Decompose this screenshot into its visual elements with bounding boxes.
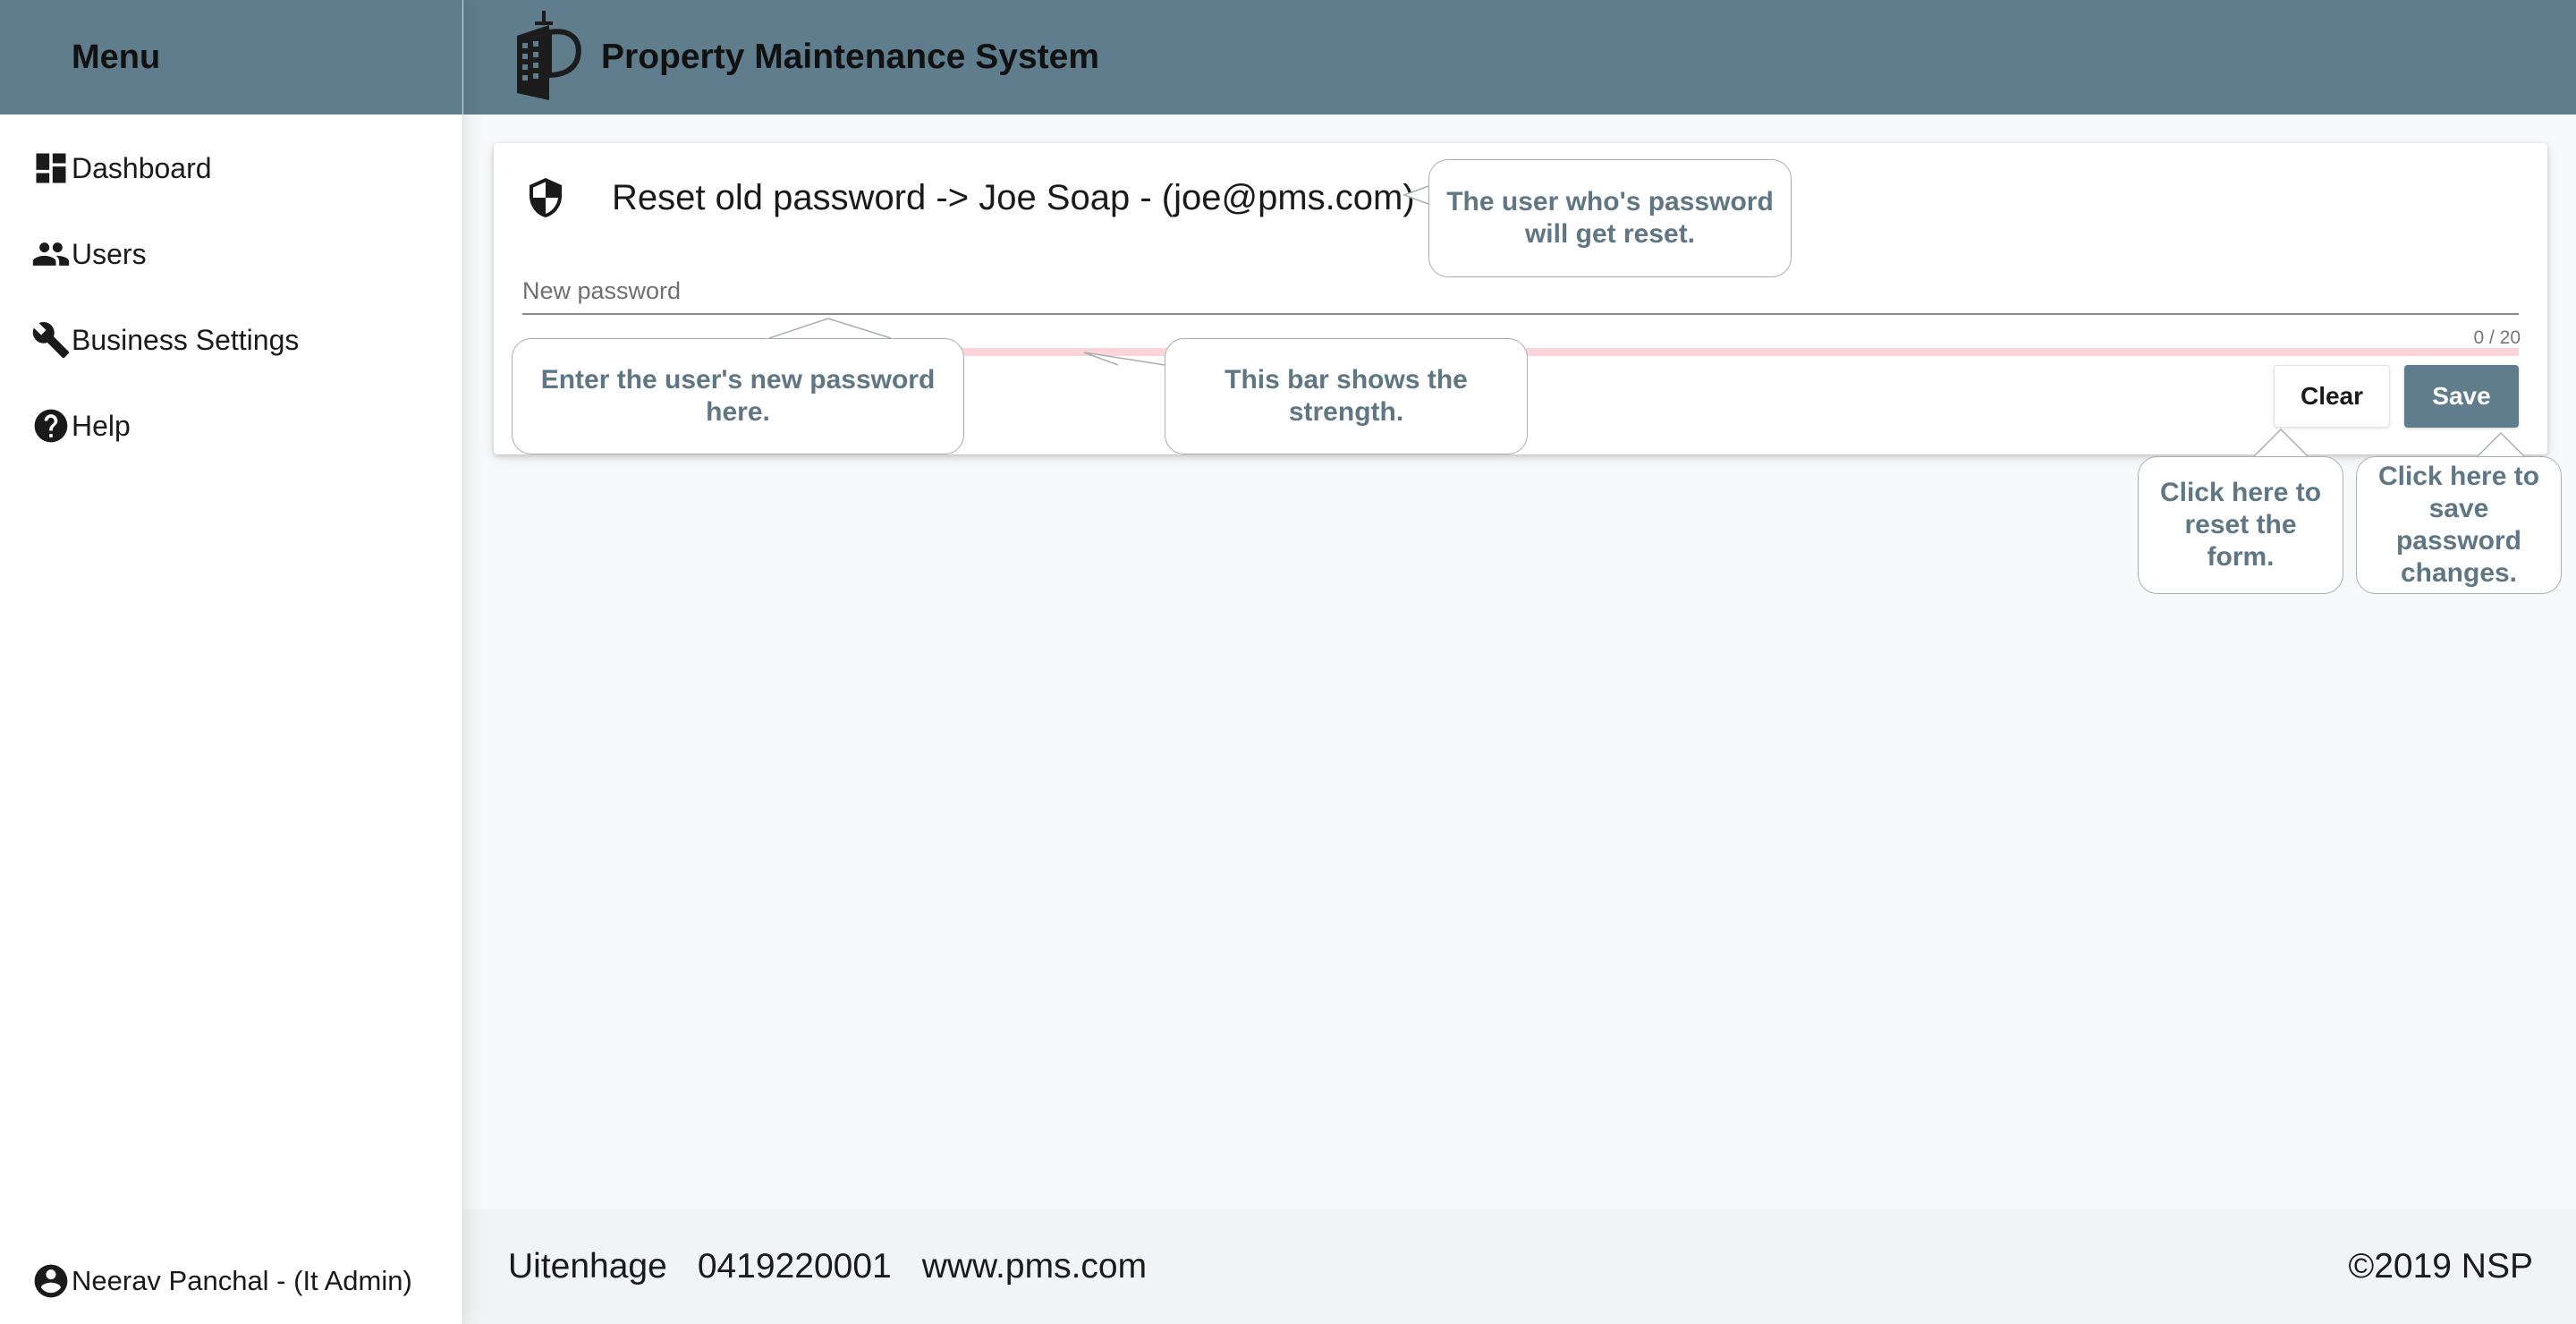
account-circle-icon (30, 1260, 72, 1302)
sidebar-item-help[interactable]: Help (0, 383, 462, 469)
save-button[interactable]: Save (2404, 365, 2519, 428)
card-title: Reset old password -> Joe Soap - (joe@pm… (612, 177, 1415, 217)
menu-header: Menu (0, 0, 462, 115)
callout-clear: Click here to reset the form. (2138, 456, 2343, 594)
footer: Uitenhage 0419220001 www.pms.com ©2019 N… (463, 1209, 2576, 1324)
sidebar: Menu Dashboard Users Business Settings H… (0, 0, 463, 1324)
card-header: Reset old password -> Joe Soap - (joe@pm… (524, 166, 1415, 229)
footer-phone: 0419220001 (697, 1247, 892, 1286)
sidebar-item-label: Business Settings (72, 323, 300, 356)
footer-city: Uitenhage (508, 1247, 667, 1286)
character-counter: 0 / 20 (2473, 327, 2521, 348)
users-icon (30, 233, 72, 275)
shield-icon (524, 176, 567, 219)
sidebar-item-label: Users (72, 237, 147, 270)
callout-bar: This bar shows the strength. (1165, 338, 1528, 454)
app-title: Property Maintenance System (601, 38, 1100, 76)
callout-input: Enter the user's new password here. (512, 338, 964, 454)
wrench-icon (30, 319, 72, 361)
callout-save: Click here to save password changes. (2356, 456, 2562, 594)
footer-website[interactable]: www.pms.com (922, 1247, 1147, 1286)
sidebar-item-users[interactable]: Users (0, 211, 462, 297)
clear-button[interactable]: Clear (2274, 365, 2390, 428)
top-bar: Property Maintenance System (463, 0, 2576, 115)
menu-title: Menu (72, 38, 161, 76)
footer-copyright: ©2019 NSP (2348, 1247, 2533, 1286)
sidebar-item-label: Help (72, 409, 131, 442)
dashboard-icon (30, 148, 72, 189)
sidebar-item-dashboard[interactable]: Dashboard (0, 125, 462, 211)
sidebar-item-label: Dashboard (72, 151, 212, 184)
sidebar-user-label: Neerav Panchal - (It Admin) (72, 1265, 412, 1296)
help-icon (30, 405, 72, 446)
building-logo (510, 11, 581, 104)
sidebar-user[interactable]: Neerav Panchal - (It Admin) (0, 1238, 463, 1324)
callout-user: The user who's password will get reset. (1428, 159, 1792, 277)
sidebar-item-business-settings[interactable]: Business Settings (0, 297, 462, 383)
